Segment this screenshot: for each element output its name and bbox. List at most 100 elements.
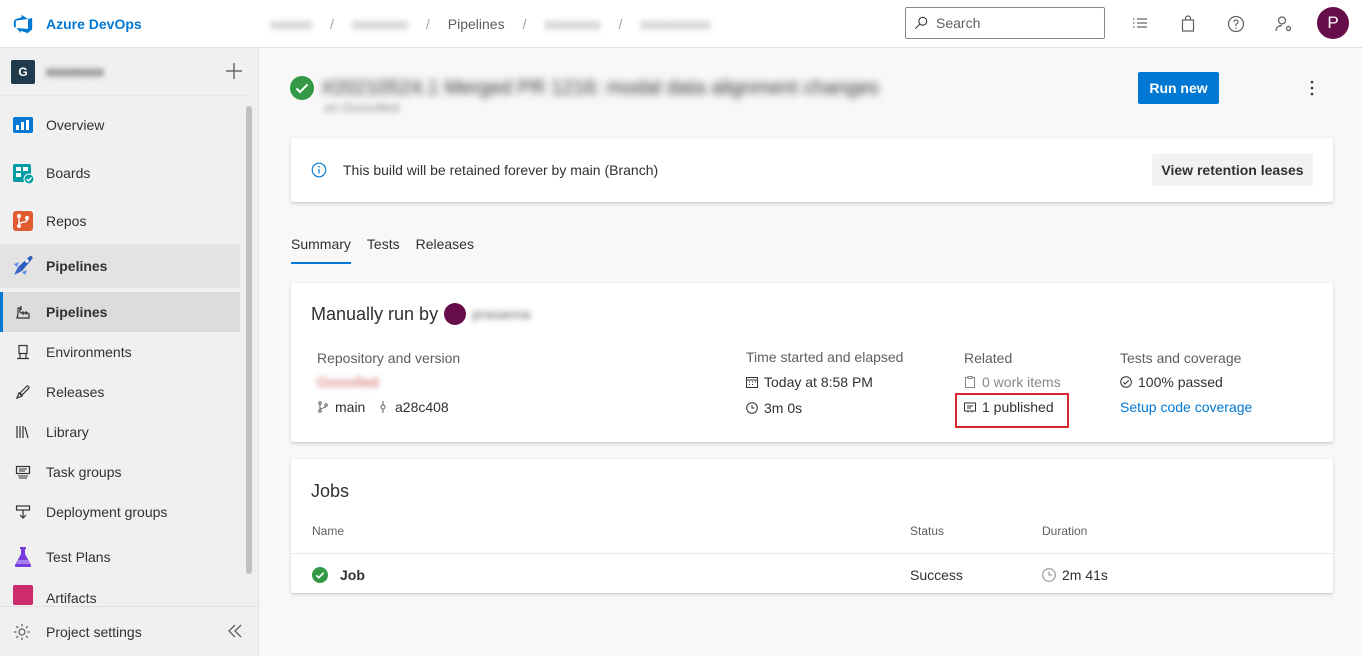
success-status-icon bbox=[312, 567, 328, 583]
repo-name[interactable]: Gxxxxfied bbox=[317, 374, 378, 390]
run-tabs: Summary Tests Releases bbox=[291, 236, 490, 264]
tab-summary[interactable]: Summary bbox=[291, 236, 351, 264]
search-box[interactable] bbox=[905, 7, 1105, 39]
sidebar-item-label: Pipelines bbox=[46, 304, 108, 320]
jobs-card: Jobs Name Status Duration Job Success 2m… bbox=[291, 459, 1333, 593]
sidebar: G xxxxxxxx Overview Boards Repos Pipelin… bbox=[0, 48, 259, 656]
main-content: #20210524.1 Merged PR 1216: modal data a… bbox=[260, 48, 1362, 656]
breadcrumb-separator: / bbox=[522, 15, 527, 32]
tests-coverage-label: Tests and coverage bbox=[1120, 350, 1242, 366]
sidebar-item-label: Boards bbox=[46, 165, 91, 181]
app-name: Azure DevOps bbox=[46, 15, 142, 32]
brand[interactable]: Azure DevOps bbox=[0, 13, 240, 35]
sidebar-item-deployment-groups[interactable]: Deployment groups bbox=[0, 492, 240, 532]
retention-banner: This build will be retained forever by m… bbox=[291, 138, 1333, 202]
sidebar-item-releases[interactable]: Releases bbox=[0, 372, 240, 412]
sidebar-item-task-groups[interactable]: Task groups bbox=[0, 452, 240, 492]
avatar[interactable]: P bbox=[1317, 7, 1349, 39]
time-label: Time started and elapsed bbox=[746, 349, 904, 365]
job-status: Success bbox=[910, 567, 963, 583]
run-new-button[interactable]: Run new bbox=[1138, 72, 1219, 104]
artifacts-icon bbox=[10, 582, 36, 606]
user-settings-icon[interactable] bbox=[1272, 12, 1296, 36]
clock-icon bbox=[746, 402, 758, 414]
sidebar-item-test-plans[interactable]: Test Plans bbox=[0, 537, 240, 577]
time-elapsed: 3m 0s bbox=[746, 400, 802, 416]
project-header[interactable]: G xxxxxxxx bbox=[0, 48, 247, 96]
commit[interactable]: a28c408 bbox=[377, 399, 449, 415]
project-settings[interactable]: Project settings bbox=[0, 606, 258, 656]
table-row[interactable]: Job bbox=[312, 567, 365, 583]
tests-passed-value: 100% passed bbox=[1138, 374, 1223, 390]
project-name: xxxxxxxx bbox=[46, 64, 104, 79]
breadcrumb-pipelines[interactable]: Pipelines bbox=[446, 16, 507, 32]
sidebar-item-pipelines-sub[interactable]: Pipelines bbox=[0, 292, 240, 332]
column-header-name: Name bbox=[312, 524, 345, 538]
breadcrumb-run[interactable]: xxxxxxxxxx bbox=[638, 16, 712, 32]
manual-run-header: Manually run by prasanna bbox=[311, 303, 530, 325]
time-elapsed-value: 3m 0s bbox=[764, 400, 803, 416]
info-icon bbox=[311, 162, 327, 178]
manual-run-label: Manually run by bbox=[311, 303, 439, 324]
breadcrumb-project[interactable]: xxxxxxxx bbox=[350, 16, 410, 32]
run-subtitle: on Gxxxxfied bbox=[324, 100, 400, 115]
breadcrumb-separator: / bbox=[618, 15, 623, 32]
pipelines-icon bbox=[10, 253, 36, 279]
sidebar-item-library[interactable]: Library bbox=[0, 412, 240, 452]
sidebar-item-boards[interactable]: Boards bbox=[0, 153, 240, 193]
breadcrumb-separator: / bbox=[330, 15, 334, 32]
shopping-bag-icon[interactable] bbox=[1176, 12, 1200, 36]
search-input[interactable] bbox=[936, 15, 1096, 31]
sidebar-item-label: Artifacts bbox=[46, 590, 97, 606]
avatar bbox=[444, 303, 467, 325]
task-list-icon[interactable] bbox=[1128, 12, 1152, 36]
sidebar-item-label: Releases bbox=[46, 384, 105, 400]
project-badge: G bbox=[11, 59, 35, 84]
test-plans-icon bbox=[10, 544, 36, 570]
success-status-icon bbox=[290, 76, 314, 100]
library-icon bbox=[14, 423, 32, 441]
user-name[interactable]: prasanna bbox=[472, 306, 530, 322]
breadcrumb-pipeline[interactable]: xxxxxxxx bbox=[543, 16, 603, 32]
environments-icon bbox=[14, 343, 32, 361]
summary-card: Manually run by prasanna Repository and … bbox=[291, 283, 1333, 442]
branch-icon bbox=[318, 401, 328, 413]
check-circle-icon bbox=[1120, 376, 1132, 388]
divider bbox=[291, 553, 1333, 554]
sidebar-item-repos[interactable]: Repos bbox=[0, 201, 240, 241]
deployment-groups-icon bbox=[14, 503, 32, 521]
repo-version-label: Repository and version bbox=[317, 350, 461, 366]
plus-icon[interactable] bbox=[224, 61, 244, 81]
clipboard-icon bbox=[965, 376, 975, 388]
sidebar-item-environments[interactable]: Environments bbox=[0, 332, 240, 372]
retention-text: This build will be retained forever by m… bbox=[343, 162, 659, 178]
breadcrumb: xxxxxx / xxxxxxxx / Pipelines / xxxxxxxx… bbox=[268, 16, 712, 32]
collapse-sidebar-icon[interactable] bbox=[226, 622, 244, 640]
breadcrumb-separator: / bbox=[425, 15, 430, 32]
tab-releases[interactable]: Releases bbox=[416, 236, 474, 264]
commit-icon bbox=[380, 401, 386, 413]
column-header-status: Status bbox=[910, 524, 945, 538]
tests-passed[interactable]: 100% passed bbox=[1120, 374, 1223, 390]
pipelines-sub-icon bbox=[14, 303, 32, 321]
boards-icon bbox=[10, 160, 36, 186]
run-header: #20210524.1 Merged PR 1216: modal data a… bbox=[290, 76, 879, 100]
job-duration-value: 2m 41s bbox=[1062, 567, 1108, 583]
breadcrumb-org[interactable]: xxxxxx bbox=[268, 16, 314, 32]
branch[interactable]: main bbox=[317, 399, 365, 415]
highlight-box bbox=[955, 393, 1069, 428]
sidebar-item-artifacts[interactable]: Artifacts bbox=[0, 582, 240, 606]
setup-code-coverage-link[interactable]: Setup code coverage bbox=[1120, 399, 1252, 415]
sidebar-scrollbar[interactable] bbox=[246, 106, 252, 574]
run-title: #20210524.1 Merged PR 1216: modal data a… bbox=[322, 76, 880, 99]
view-retention-leases-button[interactable]: View retention leases bbox=[1152, 154, 1313, 186]
sidebar-item-label: Test Plans bbox=[46, 549, 111, 565]
clock-icon bbox=[1042, 568, 1056, 582]
more-options-icon[interactable] bbox=[1302, 76, 1322, 100]
tab-tests[interactable]: Tests bbox=[367, 236, 400, 264]
sidebar-item-label: Repos bbox=[46, 213, 87, 229]
sidebar-item-pipelines[interactable]: Pipelines bbox=[0, 244, 240, 288]
sidebar-item-overview[interactable]: Overview bbox=[0, 105, 240, 145]
help-icon[interactable] bbox=[1224, 12, 1248, 36]
calendar-icon bbox=[746, 377, 758, 388]
